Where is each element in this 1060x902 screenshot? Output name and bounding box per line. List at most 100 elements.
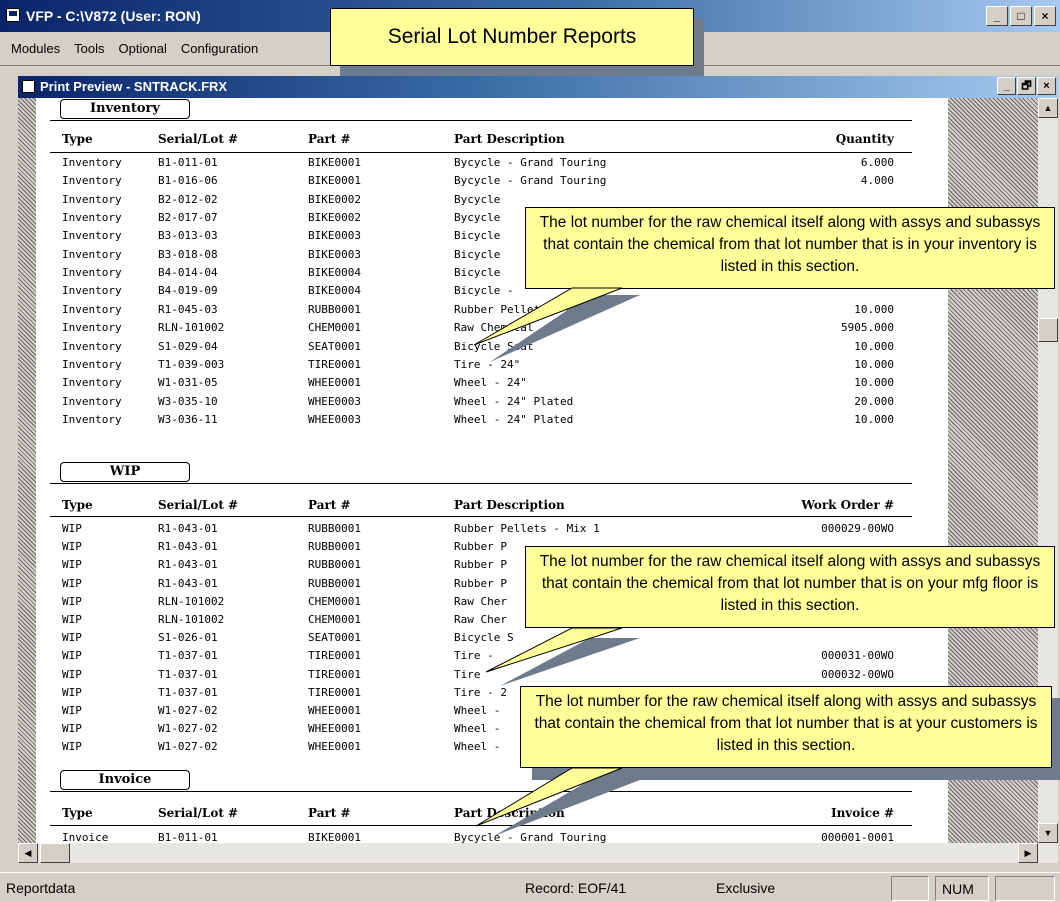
preview-close-button[interactable]: × — [1037, 77, 1056, 95]
col-header-type: Type — [62, 132, 93, 146]
cell-part-number: TIRE0001 — [308, 667, 361, 681]
cell-type: Inventory — [62, 174, 122, 188]
cell-part-description: Bycycle - Grand Touring — [454, 831, 607, 843]
cell-serial-lot: S1-029-04 — [158, 339, 218, 353]
app-icon — [6, 8, 20, 22]
cell-serial-lot: B2-012-02 — [158, 192, 218, 206]
cell-value: 6.000 — [860, 156, 894, 169]
cell-value: 20.000 — [854, 394, 894, 408]
cell-part-description: Raw Cher — [454, 613, 507, 626]
cell-part-description: Wheel - 24" Plated — [454, 412, 574, 426]
horizontal-scrollbar[interactable]: ◀ ▶ — [18, 843, 1058, 863]
cell-serial-lot: T1-037-01 — [158, 649, 218, 663]
cell-part-description: Bicycle — [454, 247, 501, 261]
cell-part-number: BIKE0003 — [308, 247, 361, 261]
maximize-button[interactable]: □ — [1010, 6, 1032, 26]
cell-part-number: CHEM0001 — [308, 321, 361, 335]
cell-type: WIP — [62, 631, 82, 645]
cell-type: WIP — [62, 740, 82, 754]
preview-restore-button[interactable]: 🗗 — [1017, 77, 1036, 95]
cell-type: Inventory — [62, 302, 122, 316]
status-panel — [995, 876, 1055, 901]
cell-type: Inventory — [62, 266, 122, 280]
cell-part-number: RUBB0001 — [308, 302, 361, 316]
cell-type: Inventory — [62, 229, 122, 243]
cell-type: Inventory — [62, 211, 122, 225]
cell-part-description: Rubber Pellets - Mix 1 — [454, 522, 600, 535]
cell-type: WIP — [62, 667, 82, 681]
section-label-inventory: Inventory — [60, 99, 190, 119]
scroll-left-icon[interactable]: ◀ — [18, 843, 38, 863]
cell-serial-lot: RLN-101002 — [158, 594, 225, 608]
minimize-button[interactable]: _ — [986, 6, 1008, 26]
vertical-scroll-thumb[interactable] — [1038, 318, 1058, 342]
status-table: Reportdata — [6, 880, 76, 896]
cell-part-number: RUBB0001 — [308, 540, 361, 554]
cell-part-description: Rubber P — [454, 558, 507, 572]
col-header-description: Part Description — [454, 806, 565, 820]
col-header-serial: Serial/Lot # — [158, 806, 239, 820]
cell-part-description: Bicycle — [454, 229, 501, 243]
cell-part-number: CHEM0001 — [308, 594, 361, 608]
cell-serial-lot: RLN-101002 — [158, 613, 225, 626]
callout-invoice: The lot number for the raw chemical itse… — [520, 686, 1052, 768]
cell-part-description: Wheel - 24" — [454, 376, 527, 390]
cell-serial-lot: B4-014-04 — [158, 266, 218, 280]
cell-serial-lot: B1-011-01 — [158, 156, 218, 169]
cell-value: 10.000 — [854, 302, 894, 316]
cell-type: Inventory — [62, 247, 122, 261]
cell-value: 5905.000 — [841, 321, 894, 335]
status-bar: Reportdata Record: EOF/41 Exclusive NUM — [0, 872, 1060, 902]
status-panel: NUM — [935, 876, 989, 901]
cell-serial-lot: R1-045-03 — [158, 302, 218, 316]
cell-part-number: BIKE0001 — [308, 156, 361, 169]
cell-type: WIP — [62, 613, 82, 626]
cell-part-description: Bicycle S — [454, 631, 514, 645]
divider — [50, 791, 912, 792]
close-button[interactable]: × — [1034, 6, 1056, 26]
menu-optional[interactable]: Optional — [112, 41, 174, 56]
menu-modules[interactable]: Modules — [4, 41, 67, 56]
cell-serial-lot: R1-043-01 — [158, 522, 218, 535]
horizontal-scroll-thumb[interactable] — [40, 843, 70, 863]
cell-part-number: WHEE0003 — [308, 394, 361, 408]
app-window-buttons: _ □ × — [986, 6, 1056, 26]
cell-part-number: CHEM0001 — [308, 613, 361, 626]
cell-type: Inventory — [62, 156, 122, 169]
cell-type: WIP — [62, 649, 82, 663]
cell-value: 10.000 — [854, 412, 894, 426]
cell-serial-lot: R1-043-01 — [158, 540, 218, 554]
cell-part-description: Bycycle — [454, 211, 501, 225]
scroll-down-icon[interactable]: ▼ — [1038, 823, 1058, 843]
cell-part-description: Tire — [454, 667, 481, 681]
cell-serial-lot: T1-037-01 — [158, 685, 218, 699]
cell-part-description: Bycycle - Grand Touring — [454, 156, 607, 169]
scroll-right-icon[interactable]: ▶ — [1018, 843, 1038, 863]
cell-serial-lot: B1-011-01 — [158, 831, 218, 843]
callout-wip: The lot number for the raw chemical itse… — [525, 546, 1055, 628]
cell-type: WIP — [62, 685, 82, 699]
cell-type: WIP — [62, 722, 82, 736]
col-header-work-order: Work Order # — [801, 498, 894, 512]
col-header-quantity: Quantity — [835, 132, 894, 146]
cell-part-description: Wheel - — [454, 740, 501, 754]
cell-value: 10.000 — [854, 339, 894, 353]
cell-type: Inventory — [62, 412, 122, 426]
print-preview-titlebar[interactable]: Print Preview - SNTRACK.FRX _ 🗗 × — [18, 76, 1058, 98]
menu-configuration[interactable]: Configuration — [174, 41, 265, 56]
cell-serial-lot: B3-013-03 — [158, 229, 218, 243]
cell-part-description: Tire - 2 — [454, 685, 507, 699]
preview-minimize-button[interactable]: _ — [997, 77, 1016, 95]
cell-part-number: BIKE0001 — [308, 831, 361, 843]
cell-serial-lot: RLN-101002 — [158, 321, 225, 335]
cell-part-number: WHEE0001 — [308, 722, 361, 736]
cell-part-description: Wheel - 24" Plated — [454, 394, 574, 408]
divider — [50, 825, 912, 826]
cell-type: Inventory — [62, 394, 122, 408]
cell-type: WIP — [62, 522, 82, 535]
cell-part-description: Rubber Pellets - Mix 1 — [454, 302, 600, 316]
scroll-up-icon[interactable]: ▲ — [1038, 98, 1058, 118]
cell-part-description: Rubber P — [454, 540, 507, 554]
menu-tools[interactable]: Tools — [67, 41, 111, 56]
cell-type: WIP — [62, 576, 82, 590]
